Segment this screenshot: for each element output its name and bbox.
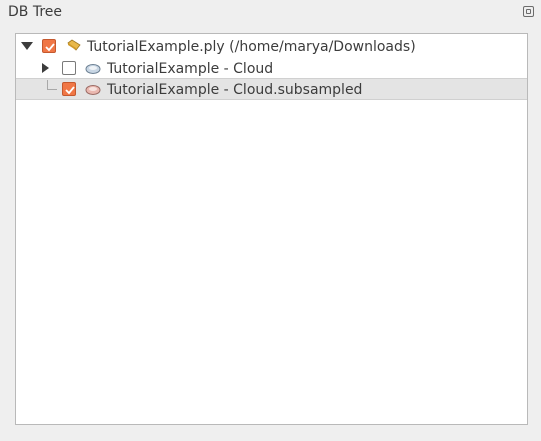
tree-item-cloud[interactable]: TutorialExample - Cloud xyxy=(16,57,527,79)
folder-icon xyxy=(66,39,82,53)
db-tree-panel: DB Tree TutorialExample.ply (/home/marya… xyxy=(0,0,541,441)
collapse-arrow-icon[interactable] xyxy=(21,42,33,50)
file-visibility-checkbox[interactable] xyxy=(42,39,56,53)
tree-item-cloud-subsampled[interactable]: TutorialExample - Cloud.subsampled xyxy=(16,78,527,100)
float-panel-button[interactable] xyxy=(523,6,534,17)
panel-title: DB Tree xyxy=(8,4,63,20)
tree-item-label: TutorialExample - Cloud xyxy=(107,61,274,77)
tree-item-file[interactable]: TutorialExample.ply (/home/marya/Downloa… xyxy=(16,35,527,57)
tree-item-label: TutorialExample.ply (/home/marya/Downloa… xyxy=(87,39,416,55)
tree-item-label: TutorialExample - Cloud.subsampled xyxy=(107,82,363,98)
cloud-visibility-checkbox[interactable] xyxy=(62,61,76,75)
expand-arrow-icon[interactable] xyxy=(42,63,49,73)
subsampled-visibility-checkbox[interactable] xyxy=(62,82,76,96)
db-tree-view[interactable]: TutorialExample.ply (/home/marya/Downloa… xyxy=(15,33,528,425)
cloud-icon xyxy=(85,61,101,75)
cloud-icon xyxy=(85,82,101,96)
tree-branch-line xyxy=(47,80,57,90)
